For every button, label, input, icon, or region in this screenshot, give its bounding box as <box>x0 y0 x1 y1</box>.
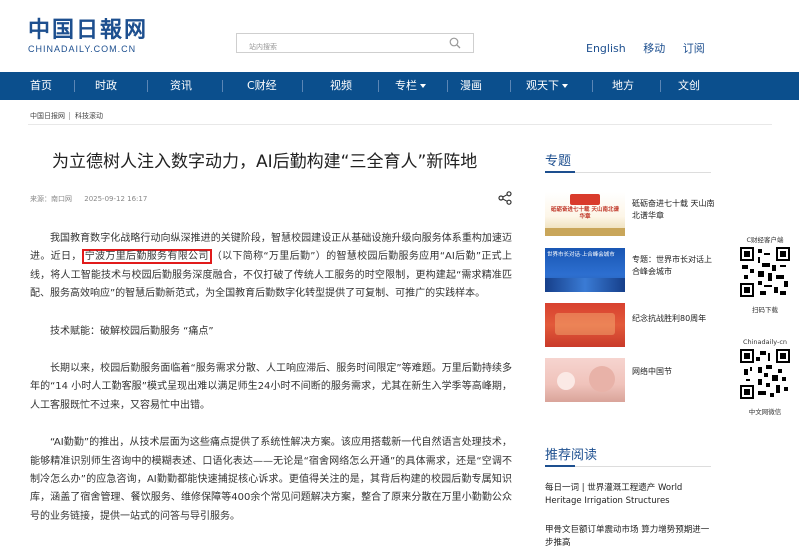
search-icon[interactable] <box>449 37 461 49</box>
article-paragraph: 长期以来，校园后勤服务面临着“服务需求分散、人工响应滞后、服务时间限定”等难题。… <box>30 363 512 411</box>
logo-main-text: 中国日報网 <box>28 17 149 43</box>
nav-divider <box>510 80 511 92</box>
topic-item[interactable]: 世界市长对话·上合峰会城市 专题：世界市长对话上合峰会城市 <box>545 248 715 292</box>
topic-item[interactable]: 砥砺奋进七十载 天山南北谱华章 砥砺奋进七十载 天山南北谱华章 <box>545 192 715 236</box>
breadcrumb-home[interactable]: 中国日报网 <box>30 112 65 120</box>
topic-item[interactable]: 纪念抗战胜利80周年 <box>545 303 715 347</box>
article-body: 我国教育数字化战略行动向纵深推进的关键阶段，智慧校园建设正从基础设施升级向服务体… <box>30 230 512 545</box>
article-date: 2025-09-12 16:17 <box>84 195 148 203</box>
link-english[interactable]: English <box>586 42 626 55</box>
nav-item-local[interactable]: 地方 <box>612 72 634 100</box>
nav-divider <box>592 80 593 92</box>
link-subscribe[interactable]: 订阅 <box>683 40 705 56</box>
site-header: 中国日報网 CHINADAILY.COM.CN English 移动 订阅 <box>0 0 799 72</box>
link-mobile[interactable]: 移动 <box>643 40 665 56</box>
nav-divider <box>302 80 303 92</box>
nav-item-culture[interactable]: 文创 <box>678 72 700 100</box>
logo-sub-text: CHINADAILY.COM.CN <box>28 44 137 54</box>
nav-label: 文创 <box>678 79 700 92</box>
search-input[interactable] <box>237 38 437 56</box>
chevron-down-icon <box>420 84 426 88</box>
nav-label: 地方 <box>612 79 634 92</box>
qr-label-bottom: 扫码下载 <box>752 306 778 314</box>
highlighted-company-name: 宁波万里后勤服务有限公司 <box>81 249 212 265</box>
qr-finance-app: C财经客户端 扫码下载 <box>739 234 791 314</box>
qr-label-bottom: 中文网微信 <box>748 408 782 416</box>
qr-wechat: Chinadaily-cn 中文网微信 <box>739 338 791 416</box>
article-paragraph: 我国教育数字化战略行动向纵深推进的关键阶段，智慧校园建设正从基础设施升级向服务体… <box>30 230 512 304</box>
article-title: 为立德树人注入数字动力，AI后勤构建“三全育人”新阵地 <box>52 152 478 172</box>
nav-label: 专栏 <box>395 79 417 92</box>
qr-label-top: Chinadaily-cn <box>742 338 788 346</box>
nav-divider <box>660 80 661 92</box>
breadcrumb-divider <box>28 124 772 125</box>
recommended-heading-underline <box>545 465 711 467</box>
recommended-heading: 推荐阅读 <box>545 448 598 463</box>
nav-item-news[interactable]: 资讯 <box>170 72 192 100</box>
topic-title: 砥砺奋进七十载 天山南北谱华章 <box>632 199 715 220</box>
topic-title: 专题：世界市长对话上合峰会城市 <box>632 255 712 276</box>
article-paragraph: “AI勤勤”的推出，从技术层面为这些痛点提供了系统性解决方案。该应用搭载新一代自… <box>30 437 512 522</box>
nav-item-world[interactable]: 观天下 <box>526 72 568 100</box>
nav-divider <box>378 80 379 92</box>
nav-label: 漫画 <box>460 79 482 92</box>
breadcrumb-separator <box>69 112 71 120</box>
topic-title: 网络中国节 <box>632 367 672 376</box>
nav-item-finance[interactable]: C财经 <box>247 72 277 100</box>
nav-label: 观天下 <box>526 79 559 92</box>
qr-code-image <box>740 349 790 399</box>
share-icon[interactable] <box>498 191 512 205</box>
topics-heading-underline <box>545 171 711 173</box>
main-nav: 首页 时政 资讯 C财经 视频 专栏 漫画 观天下 地方 文创 <box>0 72 799 100</box>
breadcrumb-section[interactable]: 科技滚动 <box>75 112 103 120</box>
topics-heading: 专题 <box>545 154 572 169</box>
nav-divider <box>147 80 148 92</box>
topic-item[interactable]: 网络中国节 <box>545 358 715 402</box>
chevron-down-icon <box>562 84 568 88</box>
recommended-item[interactable]: 每日一词 | 世界灌溉工程遗产 World Heritage Irrigatio… <box>545 482 715 508</box>
topic-thumb-caption: 世界市长对话·上合峰会城市 <box>547 252 615 258</box>
nav-item-comics[interactable]: 漫画 <box>460 72 482 100</box>
qr-code-image <box>740 247 790 297</box>
nav-item-column[interactable]: 专栏 <box>395 72 426 100</box>
recommended-item[interactable]: 甲骨文巨额订单震动市场 算力增势预期进一步推高 <box>545 524 715 550</box>
top-links: English 移动 订阅 <box>586 40 719 56</box>
nav-label: 时政 <box>95 79 117 92</box>
nav-divider <box>222 80 223 92</box>
nav-label: C财经 <box>247 79 277 92</box>
topic-thumbnail <box>545 358 625 402</box>
topic-thumbnail: 世界市长对话·上合峰会城市 <box>545 248 625 292</box>
breadcrumb: 中国日报网 科技滚动 <box>30 111 107 121</box>
nav-item-home[interactable]: 首页 <box>30 72 52 100</box>
qr-label-top: C财经客户端 <box>746 236 784 244</box>
nav-label: 首页 <box>30 79 52 92</box>
nav-item-politics[interactable]: 时政 <box>95 72 117 100</box>
nav-divider <box>447 80 448 92</box>
nav-label: 资讯 <box>170 79 192 92</box>
site-logo[interactable]: 中国日報网 CHINADAILY.COM.CN <box>28 18 148 54</box>
article-meta: 来源：南口网 2025-09-12 16:17 <box>30 194 157 204</box>
topic-thumbnail: 砥砺奋进七十载 天山南北谱华章 <box>545 192 625 236</box>
article-source: 来源：南口网 <box>30 195 72 203</box>
nav-label: 视频 <box>330 79 352 92</box>
nav-divider <box>74 80 75 92</box>
article-subheading: 技术赋能：破解校园后勤服务 “痛点” <box>50 325 214 337</box>
nav-item-video[interactable]: 视频 <box>330 72 352 100</box>
topic-thumbnail <box>545 303 625 347</box>
topic-title: 纪念抗战胜利80周年 <box>632 314 707 323</box>
search-box <box>236 33 474 56</box>
topic-thumb-caption: 砥砺奋进七十载 天山南北谱华章 <box>551 207 619 220</box>
